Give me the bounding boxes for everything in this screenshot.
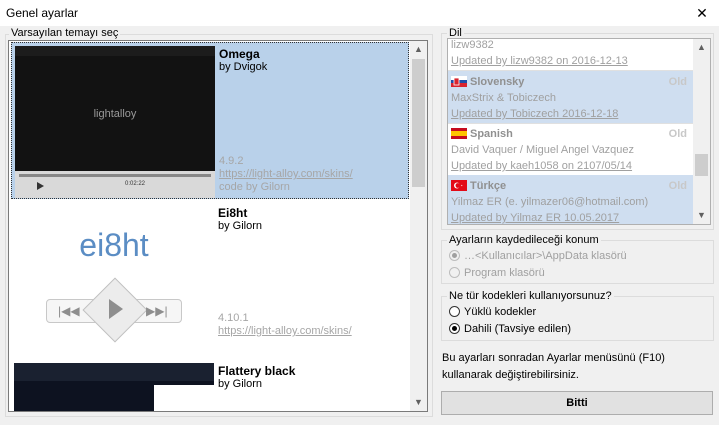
- turkey-flag-icon: [451, 180, 467, 191]
- theme-item-ei8ht[interactable]: ei8ht |◀◀ ▶▶| Ei8ht by Gilorn 4.10.1 htt…: [11, 202, 409, 360]
- appdata-radio[interactable]: …<Kullanıcılar>\AppData klasörü: [449, 250, 627, 262]
- theme-version: 4.10.1: [218, 312, 249, 324]
- radio-label: Program klasörü: [464, 267, 545, 279]
- preview-time: 0:02:22: [125, 181, 146, 187]
- theme-author: by Gilorn: [218, 220, 263, 232]
- preview-controls: 0:02:22: [15, 171, 215, 198]
- theme-url[interactable]: https://light-alloy.com/skins/: [219, 168, 353, 181]
- language-list[interactable]: lizw9382 Updated by lizw9382 on 2016-12-…: [447, 38, 711, 225]
- language-author: MaxStrix & Tobiczech: [451, 92, 556, 104]
- scroll-up-icon[interactable]: ▲: [693, 39, 710, 56]
- theme-group-label: Varsayılan temayı seç: [9, 27, 121, 39]
- installed-codecs-radio[interactable]: Yüklü kodekler: [449, 306, 536, 318]
- language-author: lizw9382: [451, 39, 494, 51]
- language-item[interactable]: lizw9382 Updated by lizw9382 on 2016-12-…: [448, 39, 693, 70]
- language-name: Spanish: [470, 128, 513, 140]
- theme-author: by Gilorn: [218, 378, 263, 390]
- theme-info: 4.9.2 https://light-alloy.com/skins/ cod…: [219, 155, 353, 194]
- next-icon: ▶▶|: [146, 304, 168, 318]
- window-title: Genel ayarlar: [6, 6, 79, 20]
- theme-name: Ei8ht: [218, 206, 248, 220]
- finish-button[interactable]: Bitti: [441, 391, 713, 415]
- language-updated: Updated by Tobiczech 2016-12-18: [451, 108, 619, 120]
- internal-codecs-radio[interactable]: Dahili (Tavsiye edilen): [449, 323, 571, 335]
- note-line: Bu ayarları sonradan Ayarlar menüsünü (F…: [442, 352, 665, 364]
- spain-flag-icon: [451, 128, 467, 139]
- play-icon: [109, 299, 123, 319]
- close-icon[interactable]: ✕: [685, 0, 719, 26]
- play-icon: [37, 182, 44, 190]
- slovakia-flag-icon: [451, 76, 467, 87]
- preview-seekbar: [19, 174, 211, 177]
- preview-controls: |◀◀ ▶▶|: [46, 277, 182, 343]
- radio-circle: [449, 250, 460, 261]
- theme-list[interactable]: lightalloy 0:02:22 Omega by Dvigok 4.9.2…: [8, 40, 428, 412]
- theme-author: by Dvigok: [219, 61, 268, 73]
- codecs-label: Ne tür kodekleri kullanıyorsunuz?: [447, 290, 614, 302]
- language-item-spanish[interactable]: Spanish Old David Vaquer / Miguel Angel …: [448, 123, 693, 175]
- title-bar: Genel ayarlar ✕: [0, 0, 719, 26]
- theme-list-scrollbar[interactable]: ▲ ▼: [410, 41, 427, 411]
- preview-logo: lightalloy: [93, 108, 137, 120]
- language-list-scrollbar[interactable]: ▲ ▼: [693, 39, 710, 224]
- radio-circle: [449, 306, 460, 317]
- language-updated: Updated by lizw9382 on 2016-12-13: [451, 55, 628, 67]
- language-updated: Updated by kaeh1058 on 2107/05/14: [451, 160, 633, 172]
- language-status: Old: [668, 76, 687, 88]
- omega-preview: lightalloy 0:02:22: [15, 46, 215, 198]
- settings-note: Bu ayarları sonradan Ayarlar menüsünü (F…: [442, 350, 665, 384]
- scroll-thumb[interactable]: [695, 154, 708, 176]
- theme-item-omega[interactable]: lightalloy 0:02:22 Omega by Dvigok 4.9.2…: [11, 42, 409, 199]
- language-author: Yilmaz ER (e. yilmazer06@hotmail.com): [451, 196, 649, 208]
- language-item-slovensky[interactable]: Slovensky Old MaxStrix & Tobiczech Updat…: [448, 71, 693, 123]
- scroll-down-icon[interactable]: ▼: [693, 207, 710, 224]
- theme-info: 4.10.1 https://light-alloy.com/skins/: [218, 312, 352, 338]
- scroll-thumb[interactable]: [412, 59, 425, 187]
- theme-url[interactable]: https://light-alloy.com/skins/: [218, 325, 352, 338]
- scroll-up-icon[interactable]: ▲: [410, 41, 427, 58]
- language-name: Türkçe: [470, 180, 507, 192]
- language-updated: Updated by Yilmaz ER 10.05.2017: [451, 212, 620, 224]
- language-status: Old: [668, 180, 687, 192]
- note-line: kullanarak değiştirebilirsiniz.: [442, 369, 579, 381]
- program-folder-radio[interactable]: Program klasörü: [449, 267, 545, 279]
- scroll-down-icon[interactable]: ▼: [410, 394, 427, 411]
- preview-panel: [154, 385, 214, 411]
- language-item-turkce[interactable]: Türkçe Old Yilmaz ER (e. yilmazer06@hotm…: [448, 175, 693, 224]
- preview-titlebar: [15, 46, 215, 56]
- preview-logo: ei8ht: [79, 227, 149, 263]
- radio-label: Dahili (Tavsiye edilen): [464, 323, 571, 335]
- preview-titlebar: [14, 363, 214, 381]
- language-name: Slovensky: [470, 76, 525, 88]
- radio-label: …<Kullanıcılar>\AppData klasörü: [464, 250, 627, 262]
- radio-circle: [449, 323, 460, 334]
- previous-icon: |◀◀: [58, 304, 80, 318]
- flattery-preview: [14, 363, 214, 411]
- radio-label: Yüklü kodekler: [464, 306, 537, 318]
- theme-name: Flattery black: [218, 364, 296, 378]
- theme-item-flattery-black[interactable]: Flattery black by Gilorn: [11, 360, 409, 411]
- theme-name: Omega: [219, 47, 260, 61]
- save-location-label: Ayarların kaydedileceği konum: [447, 234, 601, 246]
- language-status: Old: [668, 128, 687, 140]
- radio-circle: [449, 267, 460, 278]
- theme-code: code by Gilorn: [219, 181, 290, 193]
- ei8ht-preview: ei8ht |◀◀ ▶▶|: [14, 205, 214, 357]
- language-author: David Vaquer / Miguel Angel Vazquez: [451, 144, 635, 156]
- theme-version: 4.9.2: [219, 155, 244, 167]
